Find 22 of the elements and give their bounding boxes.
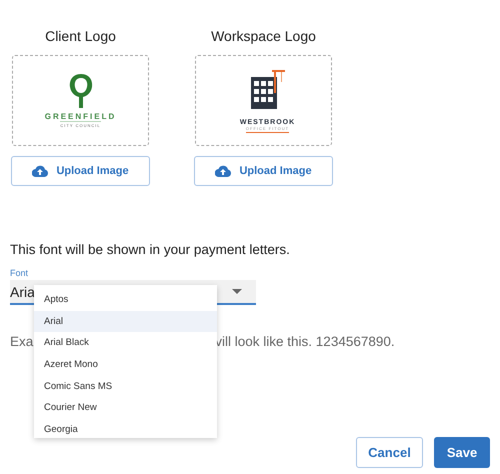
font-option[interactable]: Comic Sans MS [34, 376, 217, 398]
font-option[interactable]: Arial Black [34, 332, 217, 354]
sample-text: Exa [10, 334, 34, 349]
cancel-button[interactable]: Cancel [356, 437, 423, 468]
upload-button[interactable]: Upload Image [194, 156, 333, 186]
logo-title: Client Logo [45, 27, 116, 46]
description-text: This font will be shown in your payment letters. [10, 241, 291, 259]
upload-button[interactable]: Upload Image [11, 156, 150, 186]
building-icon [250, 68, 284, 108]
font-option[interactable]: Arial [34, 310, 217, 332]
logo-name: GREENFIELD [44, 112, 116, 121]
font-option[interactable]: Azeret Mono [34, 354, 217, 376]
font-option[interactable]: Courier New [34, 397, 217, 420]
cloud-upload-icon [215, 165, 232, 177]
tree-icon [68, 73, 94, 109]
caret-icon [232, 289, 242, 294]
cloud-upload-icon [32, 165, 48, 177]
logo-title: Workspace Logo [211, 27, 316, 46]
save-button[interactable]: Save [434, 437, 490, 468]
font-option[interactable]: Aptos [34, 289, 217, 311]
field-label: Font [10, 268, 30, 280]
font-option[interactable]: Georgia [34, 419, 217, 441]
